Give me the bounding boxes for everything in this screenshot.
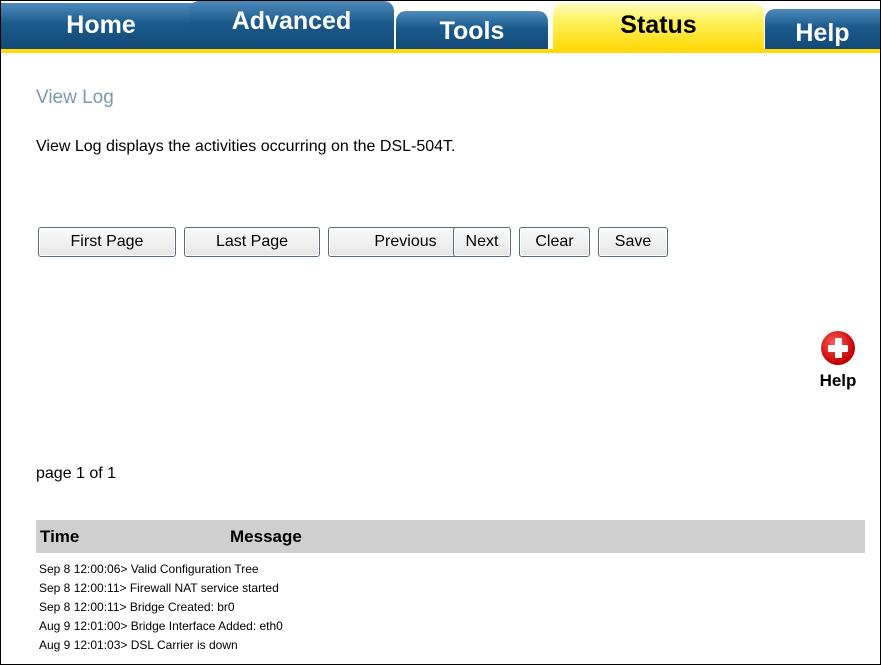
tab-home[interactable]: Home xyxy=(1,3,201,49)
save-button[interactable]: Save xyxy=(598,227,668,257)
log-entry: Sep 8 12:00:06> Valid Configuration Tree xyxy=(39,562,259,576)
help-link[interactable]: Help xyxy=(813,331,863,391)
next-button[interactable]: Next xyxy=(453,227,511,257)
log-entry: Sep 8 12:00:11> Firewall NAT service sta… xyxy=(39,581,279,595)
clear-button[interactable]: Clear xyxy=(519,227,590,257)
tab-advanced[interactable]: Advanced xyxy=(189,1,394,49)
page-title: View Log xyxy=(36,87,114,108)
tab-underline xyxy=(1,49,880,53)
log-entry: Aug 9 12:01:00> Bridge Interface Added: … xyxy=(39,619,283,633)
tab-bar: Home Advanced Tools Status Help xyxy=(1,1,880,53)
pagination-text: page 1 of 1 xyxy=(36,465,117,482)
tab-tools[interactable]: Tools xyxy=(396,11,548,49)
log-entry: Sep 8 12:00:11> Bridge Created: br0 xyxy=(39,600,235,614)
last-page-button[interactable]: Last Page xyxy=(184,227,320,257)
tab-status[interactable]: Status xyxy=(553,3,764,49)
log-entry: Aug 9 12:01:03> DSL Carrier is down xyxy=(39,638,238,652)
first-page-button[interactable]: First Page xyxy=(38,227,176,257)
plus-circle-icon xyxy=(821,331,855,365)
log-entries: Sep 8 12:00:06> Valid Configuration Tree… xyxy=(39,560,283,655)
page-description: View Log displays the activities occurri… xyxy=(36,138,456,155)
tab-help[interactable]: Help xyxy=(765,9,880,49)
log-table-header: Time Message xyxy=(36,520,865,553)
help-label: Help xyxy=(819,371,857,390)
column-header-time: Time xyxy=(40,527,80,546)
column-header-message: Message xyxy=(230,527,302,546)
router-ui-frame: Home Advanced Tools Status Help View Log… xyxy=(0,0,881,665)
